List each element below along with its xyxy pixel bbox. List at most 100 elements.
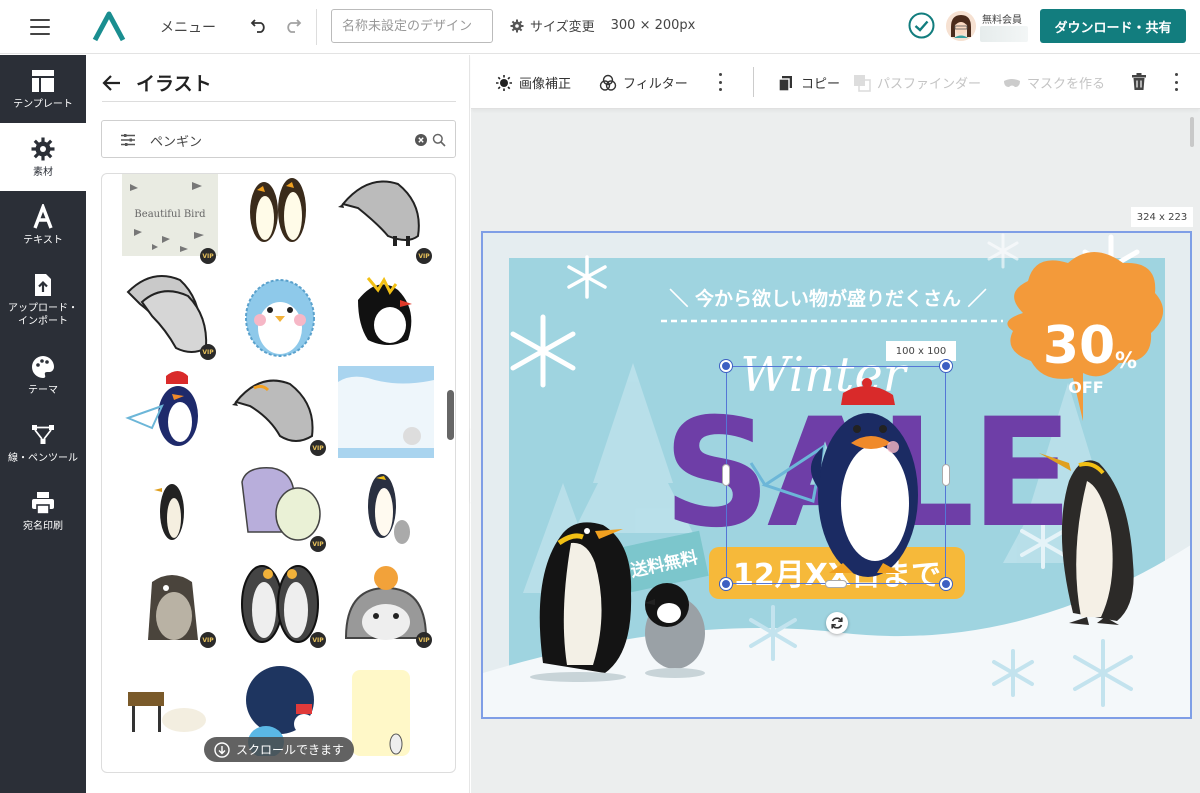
pathfinder-icon [854,74,871,92]
illustration-thumb[interactable] [338,366,434,458]
resize-handle-bottom-left[interactable] [720,578,732,590]
filter-settings-icon[interactable] [120,132,136,148]
illustration-thumb[interactable] [232,270,328,362]
sidebar-item-upload[interactable]: アップロード・インポート [0,259,86,341]
copy-label: コピー [801,77,841,92]
sidebar-item-label: テンプレート [13,98,73,110]
illustration-grid: Beautiful Bird VIP VIP VIP VIP VIP VIP V… [101,173,456,773]
brightness-icon [496,74,512,91]
palette-icon [32,355,55,378]
sidebar-item-address-print[interactable]: 宛名印刷 [0,477,86,545]
panel-header: イラスト [102,69,212,96]
filter-label: フィルター [623,77,688,92]
thumb-text: Beautiful Bird [134,209,206,220]
element-toolbar: 画像補正 フィルター コピー パスファインダー マスクを作る [471,55,1200,109]
resize-handle-top-left[interactable] [720,360,732,372]
app-logo[interactable] [92,10,126,44]
illustration-thumb[interactable]: Beautiful Bird VIP [122,174,218,266]
gear-icon [31,137,55,160]
pathfinder-button[interactable]: パスファインダー [853,73,981,92]
sidebar-item-template[interactable]: テンプレート [0,55,86,123]
illustration-thumb[interactable] [122,664,218,756]
illustration-thumb[interactable] [232,174,328,266]
design-title-input[interactable] [331,9,493,43]
illustration-thumb[interactable] [338,664,434,756]
filter-button[interactable]: フィルター [599,73,688,92]
left-sidebar: テンプレート 素材 テキスト アップロード・インポート テーマ 線・ペンツール … [0,55,86,793]
resize-handle-top-right[interactable] [940,360,952,372]
illustration-thumb[interactable]: VIP [232,366,328,458]
illustration-thumb[interactable]: VIP [338,174,434,266]
vip-badge: VIP [416,248,432,264]
make-mask-label: マスクを作る [1027,77,1106,92]
resize-handle-right[interactable] [942,464,950,486]
sidebar-item-materials[interactable]: 素材 [0,123,86,191]
more-options-icon[interactable] [1173,73,1179,91]
illustration-thumb[interactable] [338,270,434,362]
clear-search-icon[interactable] [415,134,427,146]
back-arrow-icon[interactable] [102,73,122,93]
gear-icon [510,19,524,32]
filter-icon [599,74,617,91]
sidebar-item-label: アップロード・インポート [8,303,78,327]
menu-button[interactable]: メニュー [160,17,216,37]
resize-button[interactable]: サイズ変更 300 × 200px [510,16,695,35]
resize-handle-left[interactable] [722,464,730,486]
panel-title: イラスト [136,73,212,95]
canvas-scrollbar[interactable] [1190,117,1194,147]
download-share-button[interactable]: ダウンロード・共有 [1040,9,1186,43]
redo-icon[interactable] [284,16,302,34]
search-icon[interactable] [432,133,446,147]
search-box [101,120,456,158]
canvas-size-text: 300 × 200px [610,18,696,33]
resize-handle-bottom-right[interactable] [940,578,952,590]
search-input[interactable] [150,129,400,151]
trash-icon[interactable] [1131,73,1147,91]
sidebar-item-label: テキスト [23,234,63,246]
illustration-thumb[interactable] [338,462,434,554]
scroll-down-icon [214,741,230,758]
discount-off: OFF [1068,378,1103,397]
copy-button[interactable]: コピー [777,73,840,92]
scroll-hint: スクロールできます [204,737,354,762]
avatar[interactable] [946,11,976,41]
top-bar: メニュー サイズ変更 300 × 200px 無料会員 ダウンロード・共有 [0,0,1200,54]
selection-box[interactable] [726,366,946,584]
save-status-check-icon[interactable] [908,12,935,39]
illustration-thumb[interactable]: VIP [122,270,218,362]
illustration-thumb[interactable]: VIP [232,462,328,554]
printer-icon [32,491,54,515]
illustration-thumb[interactable]: VIP [338,558,434,650]
discount-unit: % [1115,349,1137,374]
image-adjust-button[interactable]: 画像補正 [495,73,571,92]
more-options-icon[interactable] [717,73,723,91]
sidebar-item-theme[interactable]: テーマ [0,341,86,409]
hamburger-menu-icon[interactable] [30,16,50,36]
toolbar-divider [753,67,754,97]
illustration-thumb[interactable] [122,462,218,554]
illustration-panel: イラスト Beautiful Bird VIP VIP VIP [86,55,470,793]
vip-badge: VIP [200,344,216,360]
sidebar-item-text[interactable]: テキスト [0,191,86,259]
rotate-handle[interactable] [826,612,848,634]
toolbar-divider [316,9,317,45]
text-icon [33,203,53,229]
make-mask-button[interactable]: マスクを作る [1003,73,1105,92]
sidebar-item-pen-tool[interactable]: 線・ペンツール [0,409,86,477]
undo-icon[interactable] [250,16,268,34]
template-icon [32,69,54,92]
pen-tool-icon [32,424,54,444]
mask-icon [1004,78,1020,87]
illustration-thumb[interactable]: VIP [232,558,328,650]
username-placeholder [980,26,1028,42]
sidebar-item-label: 素材 [33,166,53,178]
resize-label: サイズ変更 [530,20,595,35]
resize-handle-bottom[interactable] [825,580,847,588]
sidebar-item-label: 線・ペンツール [8,452,78,464]
design-size-badge: 324 x 223 [1131,207,1193,227]
illustration-thumb[interactable] [122,366,218,458]
vip-badge: VIP [200,248,216,264]
illustration-thumb[interactable]: VIP [122,558,218,650]
panel-scrollbar[interactable] [447,390,454,440]
rotate-icon [831,617,843,629]
